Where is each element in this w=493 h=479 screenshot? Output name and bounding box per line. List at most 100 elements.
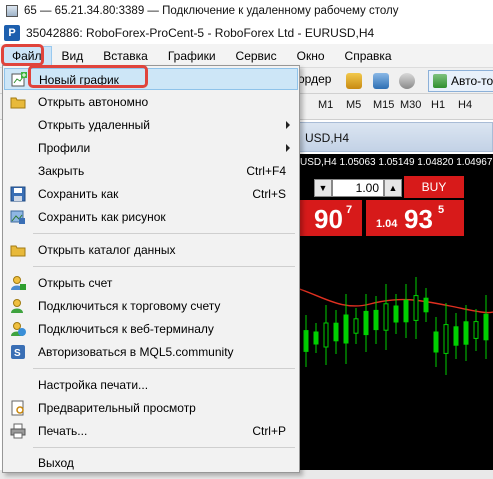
rdp-title-bar: 65 — 65.21.34.80:3389 — Подключение к уд…: [0, 0, 493, 22]
add-user-icon: [10, 275, 26, 291]
menu-item-exit[interactable]: Выход: [4, 452, 298, 474]
app-title-bar: P 35042886: RoboForex-ProCent-5 - RoboFo…: [0, 22, 493, 44]
new-chart-icon: [11, 72, 27, 88]
app-title: 35042886: RoboForex-ProCent-5 - RoboFore…: [26, 26, 375, 40]
timeframe-h4[interactable]: H4: [458, 99, 472, 111]
menu-item-label: Профили: [38, 141, 91, 155]
candle-body: [343, 314, 349, 344]
new-chart-highlight: [28, 65, 148, 88]
candle-body: [303, 330, 309, 352]
menu-item-label: Подключиться к веб-терминалу: [38, 322, 214, 336]
autotrade-icon: [433, 74, 447, 88]
menu-item-print-setup[interactable]: Настройка печати...: [4, 374, 298, 396]
svg-text:S: S: [14, 348, 21, 359]
candle-body: [393, 305, 399, 323]
menu-item-print[interactable]: Печать... Ctrl+P: [4, 420, 298, 442]
menu-item-profiles[interactable]: Профили: [4, 137, 298, 159]
menu-view[interactable]: Вид: [52, 46, 94, 66]
menu-item-login-trade-account[interactable]: Подключиться к торговому счету: [4, 295, 298, 317]
buy-price-big: 93: [404, 204, 433, 234]
menu-item-print-preview[interactable]: Предварительный просмотр: [4, 397, 298, 419]
menu-charts[interactable]: Графики: [158, 46, 226, 66]
menu-item-open-data-folder[interactable]: Открыть каталог данных: [4, 239, 298, 261]
moving-average-line: [290, 285, 493, 314]
menu-item-label: Настройка печати...: [38, 378, 149, 392]
menu-item-open-offline[interactable]: Открыть автономно: [4, 91, 298, 113]
candle-body: [323, 322, 329, 348]
lot-size-input[interactable]: 1.00: [332, 179, 384, 197]
menu-insert[interactable]: Вставка: [93, 46, 158, 66]
menu-item-shortcut: Ctrl+P: [252, 424, 286, 438]
candle-body: [413, 295, 419, 321]
timeframe-h1[interactable]: H1: [431, 99, 445, 111]
menu-item-close[interactable]: Закрыть Ctrl+F4: [4, 160, 298, 182]
menu-item-label: Сохранить как: [38, 187, 119, 201]
new-order-button[interactable]: ордер: [298, 72, 331, 86]
signals-icon[interactable]: [399, 73, 415, 89]
menu-item-label: Закрыть: [38, 164, 85, 178]
sell-price-big: 90: [314, 204, 343, 234]
candle-body: [423, 297, 429, 313]
menu-help[interactable]: Справка: [335, 46, 402, 66]
menu-tools[interactable]: Сервис: [226, 46, 287, 66]
chart-tab[interactable]: USD,H4: [305, 131, 349, 145]
timeframe-m15[interactable]: M15: [373, 99, 394, 111]
candlestick-plot: [290, 277, 493, 375]
save-picture-icon: [10, 209, 26, 225]
menu-item-label: Предварительный просмотр: [38, 401, 196, 415]
file-menu-highlight: [1, 44, 44, 66]
menu-item-label: Открыть счет: [38, 276, 113, 290]
candle-body: [373, 309, 379, 331]
menu-item-label: Печать...: [38, 424, 88, 438]
buy-price-sup: 5: [438, 204, 445, 216]
printer-icon: [10, 423, 26, 439]
mql5-icon: S: [10, 344, 26, 360]
candle-body: [313, 331, 319, 345]
menu-item-open-account[interactable]: Открыть счет: [4, 272, 298, 294]
chart-window-header: USD,H4: [290, 122, 493, 152]
candle-body: [333, 322, 339, 342]
submenu-arrow-icon: [286, 121, 290, 129]
lot-increase-icon[interactable]: ▲: [384, 179, 402, 197]
buy-quote-button[interactable]: 1.04 93 5: [366, 200, 464, 236]
menu-item-shortcut: Ctrl+F4: [246, 164, 286, 178]
print-preview-icon: [10, 400, 26, 416]
lot-decrease-icon[interactable]: ▼: [314, 179, 332, 197]
autotrade-button[interactable]: Авто-то: [428, 70, 493, 92]
menu-item-label: Сохранить как рисунок: [38, 210, 166, 224]
candle-body: [443, 324, 449, 354]
candle-body: [483, 313, 489, 341]
candles: [293, 277, 489, 375]
price-chart[interactable]: USD,H4 1.05063 1.05149 1.04820 1.04967 ▼…: [290, 154, 493, 479]
market-watch-icon[interactable]: [346, 73, 362, 89]
candle-body: [463, 321, 469, 345]
menu-item-save-as-picture[interactable]: Сохранить как рисунок: [4, 206, 298, 228]
candle-body: [403, 299, 409, 323]
menu-item-login-mql5[interactable]: S Авторизоваться в MQL5.community: [4, 341, 298, 363]
menu-item-open-remote[interactable]: Открыть удаленный: [4, 114, 298, 136]
timeframe-m30[interactable]: M30: [400, 99, 421, 111]
timeframe-m1[interactable]: M1: [318, 99, 333, 111]
menu-item-label: Авторизоваться в MQL5.community: [38, 345, 234, 359]
web-terminal-icon: [10, 321, 26, 337]
menu-item-label: Выход: [38, 456, 74, 470]
menu-window[interactable]: Окно: [287, 46, 335, 66]
menu-item-save-as[interactable]: Сохранить как Ctrl+S: [4, 183, 298, 205]
candle-body: [383, 303, 389, 331]
menu-item-label: Открыть автономно: [38, 95, 149, 109]
connect-account-icon: [10, 298, 26, 314]
buy-button[interactable]: BUY: [404, 176, 464, 198]
one-click-trading-panel: ▼ 1.00 ▲ BUY 90 7 1.04 93 5: [294, 176, 479, 236]
candle-body: [453, 326, 459, 346]
menu-item-login-web-terminal[interactable]: Подключиться к веб-терминалу: [4, 318, 298, 340]
candle-body: [473, 321, 479, 339]
sell-quote-button[interactable]: 90 7: [294, 200, 362, 236]
menu-item-shortcut: Ctrl+S: [252, 187, 286, 201]
folder-icon: [10, 94, 26, 110]
menu-item-label: Открыть каталог данных: [38, 243, 176, 257]
chart-ohlc-info: USD,H4 1.05063 1.05149 1.04820 1.04967: [300, 157, 493, 168]
submenu-arrow-icon: [286, 144, 290, 152]
candle-body: [363, 310, 369, 336]
account-icon[interactable]: [373, 73, 389, 89]
timeframe-m5[interactable]: M5: [346, 99, 361, 111]
